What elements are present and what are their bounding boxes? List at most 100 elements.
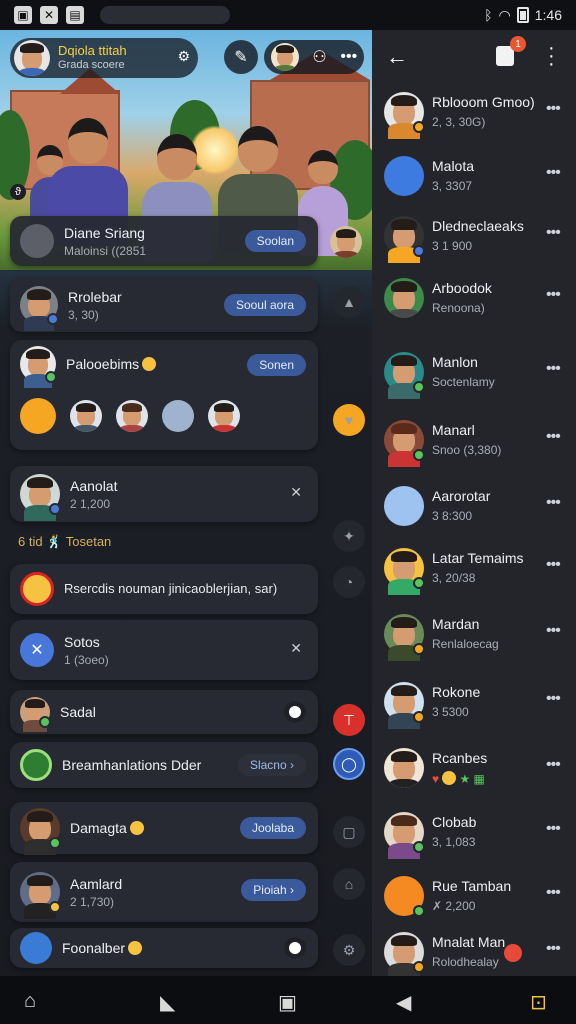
contacts-header: ← 1 · · · [372,30,576,84]
friend-avatar[interactable] [116,400,148,432]
contact-action-button[interactable]: Joolaba [239,817,306,839]
contact-list-item[interactable]: Rblooom Gmoo) 2, 3, 30G) ••• [372,84,576,148]
contact-name: Rrolebar [68,288,122,305]
alert-icon[interactable]: ⊤ [333,704,365,736]
close-icon[interactable]: ✕ [290,640,302,657]
page-title: Foonalber [62,940,126,956]
contact-name: Mnalat Man [432,934,506,950]
contact-action-button[interactable]: Sooul aora [223,294,306,316]
smile-emoji-icon [128,941,143,955]
profile-chip[interactable]: Dqiola ttitah Grada scoere ⚙ [10,38,198,78]
contact-list-item[interactable]: Dledneclaeaks 3 1 900 ••• [372,208,576,272]
chat-name: Sadal [60,704,96,720]
contact-meta: 3, 20/38 [432,571,476,585]
radio-button[interactable] [284,701,306,723]
contact-action-button[interactable]: Pioiah › [241,879,306,901]
more-icon[interactable]: ••• [546,556,561,574]
contact-list-item[interactable]: Mardan Renlaloecag ••• [372,606,576,670]
contact-list-item[interactable]: Rokone 3 5300 ••• [372,674,576,738]
more-icon[interactable]: ••• [546,224,561,242]
page-card[interactable]: Foonalber [10,928,318,968]
contact-list-item[interactable]: Rue Tamban ✗ 2,200 ••• [372,868,576,932]
contact-avatar [384,548,425,596]
page-icon [20,932,52,964]
friend-avatar[interactable] [270,43,299,71]
contact-list-item[interactable]: Latar Temaims 3, 20/38 ••• [372,540,576,604]
heart-icon[interactable] [162,400,194,432]
contact-avatar [384,352,425,400]
contact-list-item[interactable]: Aarorotar 3 8:300 ••• [372,478,576,542]
more-vert-icon[interactable]: · · · [548,38,555,74]
back-icon[interactable]: ◀ [396,990,411,1015]
back-arrow-icon[interactable]: ← [386,44,408,70]
chat-card[interactable]: Sadal [10,690,318,734]
group-action-button[interactable]: Soolan [244,230,306,252]
chat-card[interactable]: Aanolat 2 1,200 ✕ [10,466,318,522]
friend-avatar[interactable] [70,400,102,432]
more-icon[interactable]: ••• [546,622,561,640]
friends-action-button[interactable]: Sonen [247,354,306,376]
more-icon[interactable]: ••• [546,940,561,958]
contact-list-item[interactable]: Clobab 3, 1,083 ••• [372,804,576,868]
person-icon[interactable]: ▲ [333,286,365,318]
contact-avatar [20,808,61,856]
chat-bubble-icon[interactable]: ◯ [333,748,365,780]
more-icon[interactable]: ••• [546,286,561,304]
contact-meta: 2, 3, 30G) [432,115,486,129]
more-icon[interactable]: ••• [546,360,561,378]
notification-badge: 1 [510,36,526,52]
radio-button[interactable] [284,937,306,959]
settings-icon[interactable]: ⚙ [177,48,190,65]
more-icon[interactable]: ••• [546,690,561,708]
friend-avatar[interactable] [208,400,240,432]
heart-icon[interactable]: ♥ [333,404,365,436]
notification-app-icon: ▤ [66,6,84,24]
add-friend-icon[interactable]: ⚇ [312,47,326,67]
contact-avatar [384,420,425,468]
contact-card[interactable]: Aamlard 2 1,730) Pioiah › [10,862,318,922]
contact-list-item[interactable]: Rcanbes ♥ ★ ▦ ••• [372,740,576,804]
page-action-button[interactable]: Slacno › [237,754,306,776]
status-bar: ▣ ✕ ▤ ᛒ ◠ 1:46 [0,0,576,30]
back-shape-icon[interactable]: ◣ [160,990,175,1015]
close-icon[interactable]: ✕ [290,484,302,501]
contact-name: Aarorotar [432,488,491,504]
puzzle-icon[interactable]: ✦ [333,520,365,552]
more-icon[interactable]: ••• [546,884,561,902]
more-icon[interactable]: ••• [546,756,561,774]
edit-icon[interactable]: ✎ [224,40,258,74]
page-card[interactable]: Breamhanlations Dder Slacno › [10,742,318,788]
square-icon[interactable]: ▢ [333,816,365,848]
music-icon [20,572,54,606]
settings-icon[interactable]: ⚙ [333,934,365,966]
recents-icon[interactable]: ▣ [278,990,297,1015]
bluetooth-icon: ᛒ [484,7,493,23]
contact-list-item[interactable]: Malota 3, 3307 ••• [372,148,576,212]
more-icon[interactable]: ••• [546,820,561,838]
more-icon[interactable]: ••• [546,494,561,512]
contact-card[interactable]: Rrolebar 3, 30) Sooul aora [10,278,318,332]
contact-list-item[interactable]: Manarl Snoo (3,380) ••• [372,412,576,476]
chat-card[interactable]: ✕ Sotos 1 (3oeo) ✕ [10,620,318,680]
contact-list-item[interactable]: Manlon Soctenlamy ••• [372,344,576,408]
more-icon[interactable]: ••• [546,100,561,118]
app-switch-icon[interactable]: ⊡ [530,990,547,1015]
friend-avatar[interactable] [20,346,57,389]
group-card[interactable]: Diane Sriang Maloinsi ((2851 Soolan [10,216,318,266]
tools-icon: ✕ [20,633,54,667]
more-icon[interactable]: ••• [546,164,561,182]
contact-card[interactable]: Damagta Joolaba [10,802,318,856]
contact-name: Dledneclaeaks [432,218,524,234]
chart-icon[interactable]: ◔ [333,566,365,598]
more-icon[interactable]: ••• [546,428,561,446]
contact-subtitle: 2 1,730) [70,894,115,909]
home-icon[interactable]: ⌂ [24,990,36,1013]
mascot-avatar[interactable] [20,398,56,434]
post-card[interactable]: Rsercdis nouman jinicaoblerjian, sar) [10,564,318,614]
home-icon[interactable]: ⌂ [333,868,365,900]
clock: 1:46 [534,7,562,23]
group-subtitle: Maloinsi ((2851 [64,243,147,258]
contact-list-item[interactable]: Arboodok Renoona) ••• [372,270,576,334]
contact-meta: 3 8:300 [432,509,473,523]
group-title: Diane Sriang [64,224,145,241]
